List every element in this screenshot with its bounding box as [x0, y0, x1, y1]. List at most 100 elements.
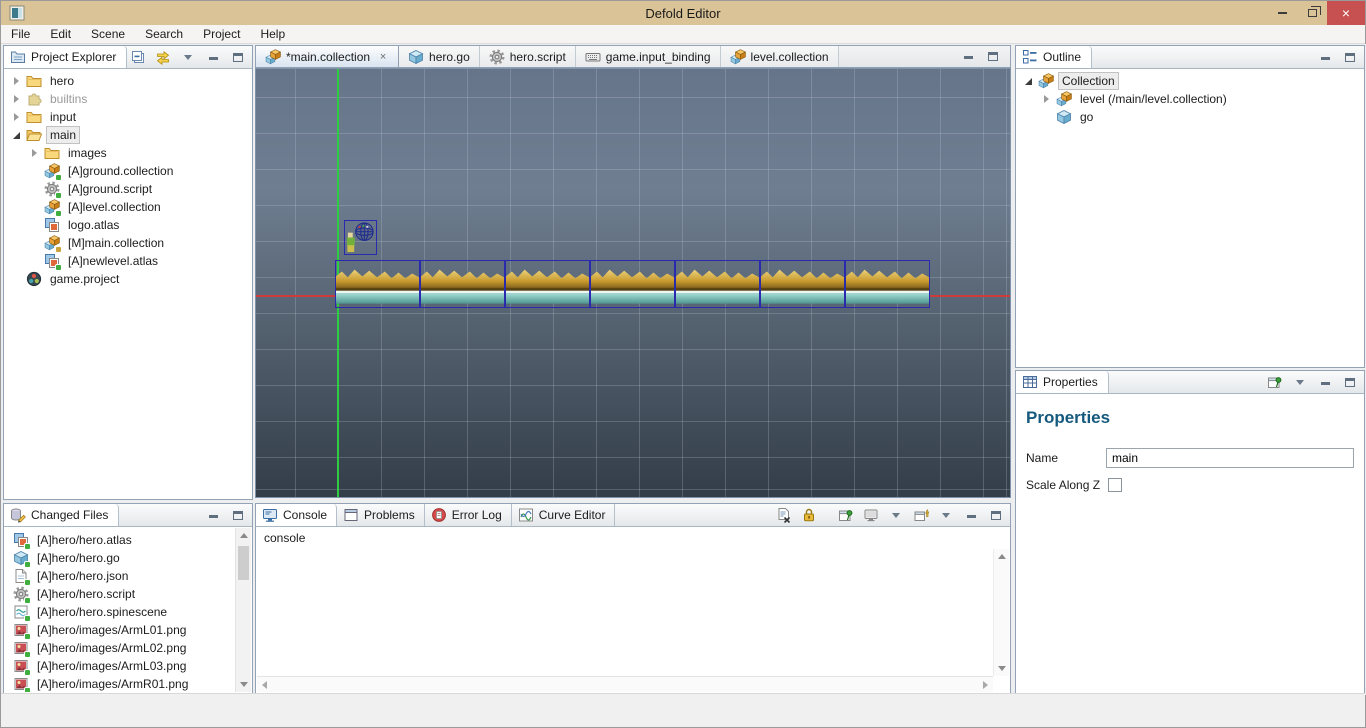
display-console-button[interactable] [862, 506, 880, 524]
scrollbar-thumb[interactable] [238, 546, 249, 580]
tab-curve-editor[interactable]: Curve Editor [512, 504, 616, 526]
menu-edit[interactable]: Edit [40, 25, 81, 44]
changed-file-row[interactable]: [A]hero/hero.spinescene [5, 603, 235, 621]
tree-item-hero[interactable]: hero [4, 72, 252, 90]
tab-properties[interactable]: Properties [1016, 371, 1109, 393]
ground-tile[interactable] [335, 260, 420, 308]
view-menu-button[interactable] [179, 48, 197, 66]
minimize-view-button[interactable] [204, 506, 222, 524]
maximize-view-button[interactable] [229, 506, 247, 524]
outline-item-go[interactable]: go [1016, 108, 1364, 126]
tab-console[interactable]: Console [256, 504, 337, 526]
expander-icon[interactable] [12, 111, 22, 123]
expander-icon[interactable] [1024, 75, 1034, 87]
scroll-down-button[interactable] [236, 676, 252, 692]
tab-changed-files[interactable]: Changed Files [4, 504, 119, 526]
tab-problems[interactable]: Problems [337, 504, 425, 526]
console-vscrollbar[interactable] [993, 549, 1009, 676]
tree-item-logo-atlas[interactable]: logo.atlas [4, 216, 252, 234]
ground-tile[interactable] [590, 260, 675, 308]
changed-file-row[interactable]: [A]hero/images/ArmL01.png [5, 621, 235, 639]
changed-file-row[interactable]: [A]hero/hero.json [5, 567, 235, 585]
menu-file[interactable]: File [1, 25, 40, 44]
link-with-editor-button[interactable] [154, 48, 172, 66]
tab-hero-go[interactable]: hero.go [399, 46, 480, 67]
tree-item-level-collection[interactable]: [A]level.collection [4, 198, 252, 216]
changed-file-row[interactable]: [A]hero/images/ArmR01.png [5, 675, 235, 692]
minimize-view-button[interactable] [1316, 373, 1334, 391]
pin-console-button[interactable] [837, 506, 855, 524]
changed-file-row[interactable]: [A]hero/hero.atlas [5, 531, 235, 549]
tree-item-main[interactable]: main [4, 126, 252, 144]
outline-item-collection[interactable]: Collection [1016, 72, 1364, 90]
scroll-up-button[interactable] [994, 549, 1010, 565]
changed-files-scrollbar[interactable] [235, 528, 251, 692]
minimize-view-button[interactable] [962, 506, 980, 524]
expander-icon[interactable] [1042, 93, 1052, 105]
maximize-view-button[interactable] [1341, 373, 1359, 391]
maximize-view-button[interactable] [1341, 48, 1359, 66]
scroll-up-button[interactable] [236, 528, 252, 544]
tree-item-game-project[interactable]: game.project [4, 270, 252, 288]
scroll-left-button[interactable] [257, 677, 273, 693]
ground-tile[interactable] [505, 260, 590, 308]
changed-file-row[interactable]: [A]hero/hero.go [5, 549, 235, 567]
scroll-lock-button[interactable] [800, 506, 818, 524]
open-console-menu-button[interactable] [937, 506, 955, 524]
name-input[interactable] [1106, 448, 1354, 468]
minimize-editor-button[interactable] [959, 48, 977, 66]
curve-editor-icon [518, 507, 534, 523]
tab-hero-script[interactable]: hero.script [480, 46, 576, 67]
collapse-all-button[interactable] [129, 48, 147, 66]
pin-view-button[interactable] [1266, 373, 1284, 391]
changed-file-row[interactable]: [A]hero/hero.script [5, 585, 235, 603]
display-console-menu-button[interactable] [887, 506, 905, 524]
restore-button[interactable] [1297, 1, 1327, 25]
minimize-view-button[interactable] [1316, 48, 1334, 66]
hero-sprite[interactable] [344, 220, 377, 255]
maximize-view-button[interactable] [987, 506, 1005, 524]
tree-item-main-collection[interactable]: [M]main.collection [4, 234, 252, 252]
scale-along-z-checkbox[interactable] [1108, 478, 1122, 492]
close-tab-icon[interactable] [377, 51, 389, 63]
scroll-down-button[interactable] [994, 660, 1010, 676]
open-console-button[interactable] [912, 506, 930, 524]
ground-tile[interactable] [760, 260, 845, 308]
changed-file-row[interactable]: [A]hero/images/ArmL03.png [5, 657, 235, 675]
view-menu-button[interactable] [1291, 373, 1309, 391]
ground-tile[interactable] [845, 260, 930, 308]
tree-item-ground-script[interactable]: [A]ground.script [4, 180, 252, 198]
minimize-button[interactable] [1267, 1, 1297, 25]
outline-item-level[interactable]: level (/main/level.collection) [1016, 90, 1364, 108]
maximize-view-button[interactable] [229, 48, 247, 66]
menu-search[interactable]: Search [135, 25, 193, 44]
tab-game-input-binding[interactable]: game.input_binding [576, 46, 721, 67]
ground-tile[interactable] [675, 260, 760, 308]
tab-project-explorer[interactable]: Project Explorer [4, 46, 127, 68]
expander-icon[interactable] [30, 147, 40, 159]
tree-item-builtins[interactable]: builtins [4, 90, 252, 108]
scene-viewport[interactable] [255, 68, 1011, 498]
expander-icon[interactable] [12, 129, 22, 141]
tab-main-collection[interactable]: *main.collection [256, 46, 399, 67]
menu-scene[interactable]: Scene [81, 25, 135, 44]
expander-icon[interactable] [12, 75, 22, 87]
console-hscrollbar[interactable] [257, 676, 993, 692]
ground-tile[interactable] [420, 260, 505, 308]
tree-item-ground-collection[interactable]: [A]ground.collection [4, 162, 252, 180]
tab-outline[interactable]: Outline [1016, 46, 1092, 68]
changed-file-row[interactable]: [A]hero/images/ArmL02.png [5, 639, 235, 657]
close-button[interactable] [1327, 1, 1365, 25]
scroll-right-button[interactable] [977, 677, 993, 693]
tree-item-input[interactable]: input [4, 108, 252, 126]
minimize-view-button[interactable] [204, 48, 222, 66]
tree-item-images[interactable]: images [4, 144, 252, 162]
clear-console-button[interactable] [775, 506, 793, 524]
menu-project[interactable]: Project [193, 25, 250, 44]
tree-item-newlevel-atlas[interactable]: [A]newlevel.atlas [4, 252, 252, 270]
expander-icon[interactable] [12, 93, 22, 105]
maximize-editor-button[interactable] [984, 48, 1002, 66]
tab-error-log[interactable]: Error Log [425, 504, 512, 526]
tab-level-collection[interactable]: level.collection [721, 46, 839, 67]
menu-help[interactable]: Help [250, 25, 295, 44]
